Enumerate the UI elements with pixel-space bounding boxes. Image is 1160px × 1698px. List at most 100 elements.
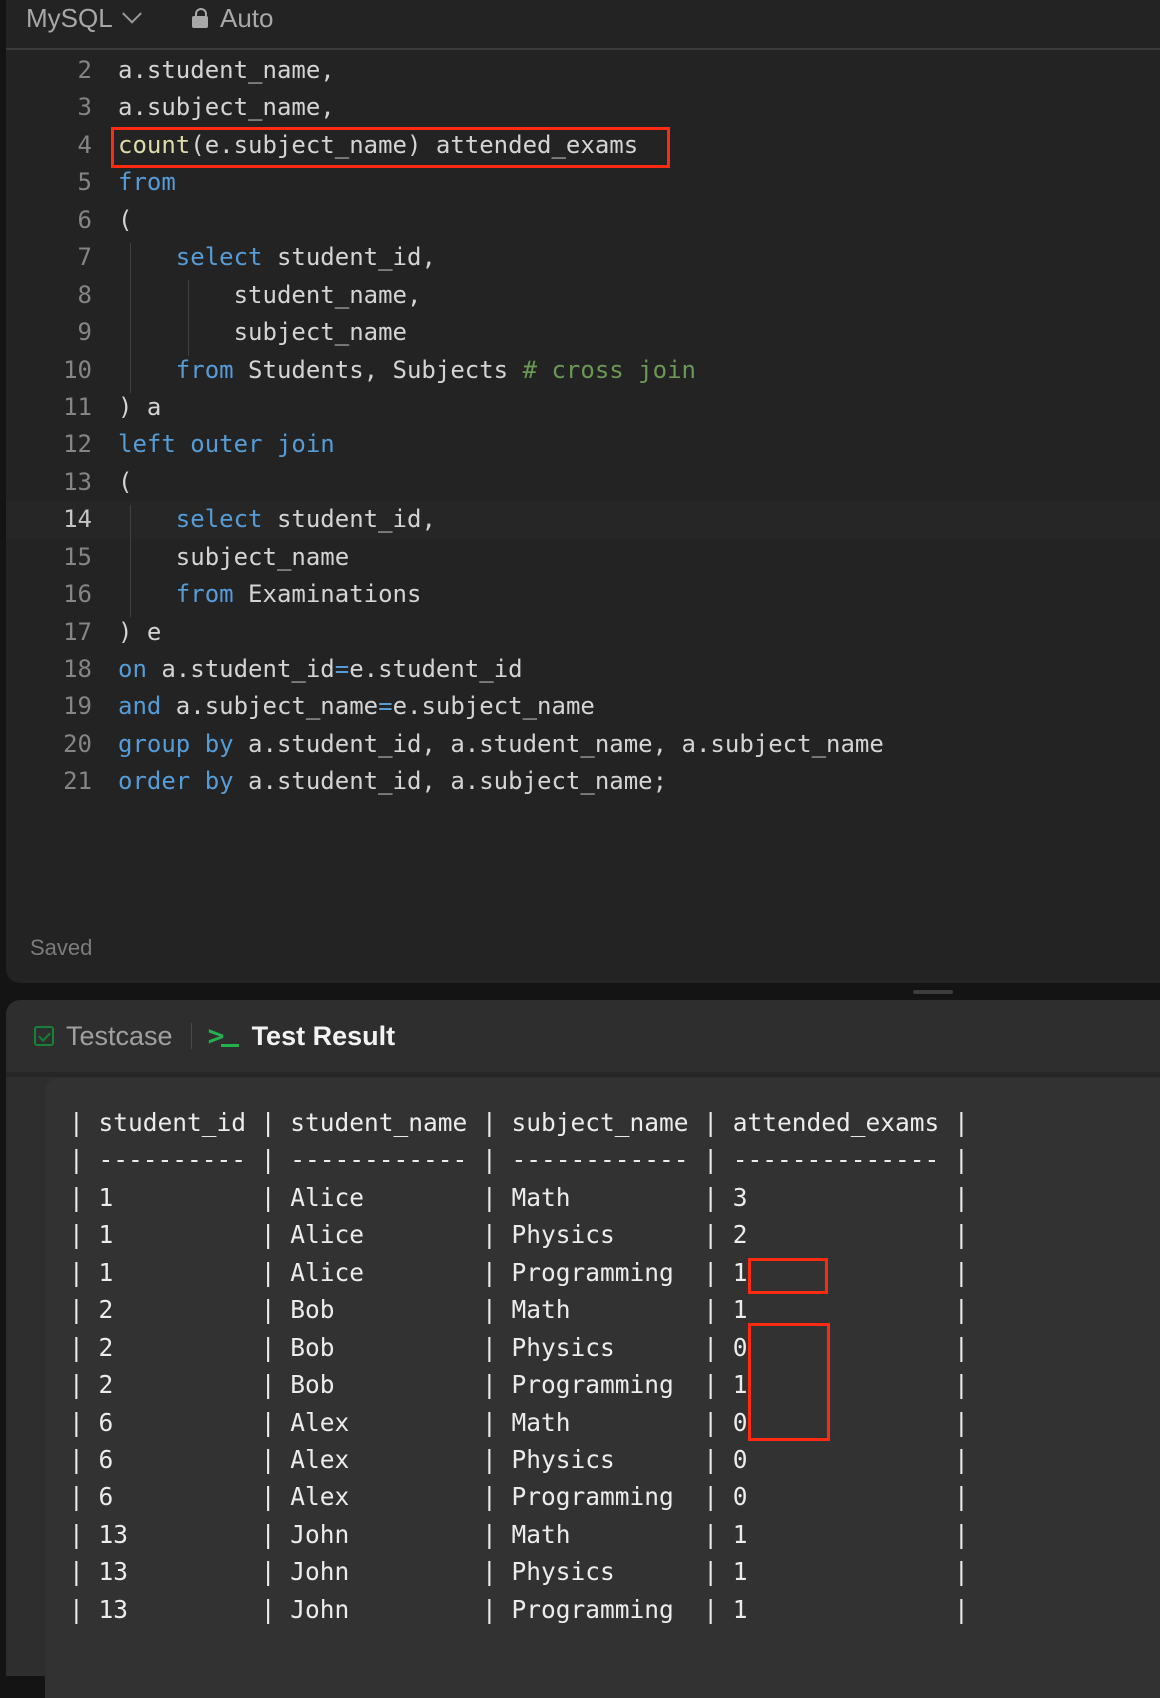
keyword-token: from (175, 355, 234, 384)
result-table: | student_id | student_name | subject_na… (69, 1104, 969, 1628)
text-token: a.student_id (146, 655, 335, 683)
console-tabs: Testcase > Test Result (6, 1000, 1160, 1072)
line-number: 20 (63, 729, 92, 758)
code-text: from Students, Subjects # cross join (118, 352, 696, 389)
code-text: subject_name (118, 314, 407, 351)
code-line[interactable]: 3 a.subject_name, (6, 89, 1160, 126)
line-number: 3 (77, 93, 92, 122)
line-number: 9 (77, 318, 92, 347)
keyword-token: order by (118, 767, 234, 796)
keyword-token: and (118, 692, 162, 721)
code-text: from Examinations (118, 576, 422, 613)
code-text: select student_id, (118, 239, 436, 276)
line-number: 5 (77, 168, 92, 197)
code-text: a.student_name, (118, 52, 335, 89)
line-number: 2 (77, 56, 92, 84)
code-line[interactable]: 20 group by a.student_id, a.student_name,… (6, 726, 1160, 763)
code-text: and a.subject_name=e.subject_name (118, 688, 595, 725)
result-row: | 1 | Alice | Programming | 1 | (69, 1257, 969, 1287)
code-line[interactable]: 19 and a.subject_name=e.subject_name (6, 688, 1160, 725)
text-token: Examinations (233, 580, 422, 609)
code-line[interactable]: 18 on a.student_id=e.student_id (6, 651, 1160, 688)
console-panel: Testcase > Test Result | student_id | st… (6, 1000, 1160, 1698)
code-line[interactable]: 8 student_name, (6, 277, 1160, 314)
result-header-row: | student_id | student_name | subject_na… (69, 1108, 969, 1137)
function-token: count (118, 130, 191, 159)
result-row: | 13 | John | Programming | 1 | (69, 1594, 969, 1624)
checkbox-icon (34, 1026, 54, 1046)
code-text: select student_id, (118, 501, 436, 538)
text-token: ( (118, 467, 133, 496)
operator-token: = (378, 692, 393, 721)
mode-label: Auto (220, 2, 274, 33)
code-text: student_name, (118, 277, 422, 314)
tab-divider-bar (6, 1072, 1160, 1077)
result-row: | 2 | Bob | Physics | 0 | (69, 1332, 969, 1362)
tab-test-result[interactable]: > Test Result (208, 1021, 396, 1052)
code-area[interactable]: 2 a.student_name, 3 a.subject_name, 4 count(e… (6, 52, 1160, 801)
code-text: left outer join (118, 426, 335, 463)
terminal-icon: > (208, 1022, 240, 1050)
code-line[interactable]: 12 left outer join (6, 426, 1160, 463)
text-token: student_id, (262, 243, 436, 272)
text-token: e.student_id (349, 655, 523, 683)
save-status: Saved (30, 935, 93, 960)
code-line[interactable]: 4 count(e.subject_name) attended_exams (6, 127, 1160, 164)
auto-mode-toggle[interactable]: Auto (192, 0, 274, 36)
line-number: 19 (63, 692, 92, 721)
code-line[interactable]: 16 from Examinations (6, 576, 1160, 613)
line-number: 8 (77, 280, 92, 309)
keyword-token: group by (118, 729, 234, 758)
line-number: 7 (77, 243, 92, 272)
code-line[interactable]: 9 subject_name (6, 314, 1160, 351)
code-line[interactable]: 15 subject_name (6, 539, 1160, 576)
indent-guide (188, 280, 189, 356)
line-number: 13 (63, 467, 92, 496)
line-number: 18 (63, 655, 92, 683)
text-token: (e.subject_name) attended_exams (190, 130, 639, 159)
result-row: | 1 | Alice | Physics | 2 | (69, 1220, 969, 1250)
tab-testcase[interactable]: Testcase (34, 1021, 173, 1052)
result-output: | student_id | student_name | subject_na… (45, 1078, 1160, 1698)
indent-guide (130, 505, 131, 617)
result-row: | 2 | Bob | Programming | 1 | (69, 1370, 969, 1400)
language-select[interactable]: MySQL (26, 0, 142, 36)
code-line[interactable]: 5 from (6, 164, 1160, 201)
code-line[interactable]: 6( (6, 202, 1160, 239)
code-line[interactable]: 7 select student_id, (6, 239, 1160, 276)
panel-resize-handle[interactable] (913, 990, 953, 994)
code-editor-panel: MySQL Auto 2 a.student_name, 3 a.subject_na… (6, 0, 1160, 983)
tab-test-result-label: Test Result (251, 1020, 396, 1051)
code-line[interactable]: 14 select student_id, (6, 501, 1160, 539)
text-token: ) e (118, 617, 162, 646)
text-token: subject_name (118, 318, 407, 347)
code-line[interactable]: 21 order by a.student_id, a.subject_name; (6, 763, 1160, 800)
chevron-down-icon (121, 3, 142, 24)
text-token: subject_name (118, 542, 350, 571)
line-number: 10 (63, 355, 92, 384)
code-line[interactable]: 17 ) e (6, 614, 1160, 651)
code-line[interactable]: 10 from Students, Subjects # cross join (6, 352, 1160, 389)
line-number: 15 (63, 542, 92, 571)
result-row: | 6 | Alex | Math | 0 | (69, 1407, 969, 1437)
text-token: Students, Subjects (233, 355, 523, 384)
editor-toolbar: MySQL Auto (6, 0, 1160, 50)
operator-token: = (334, 655, 350, 683)
keyword-token: select (175, 505, 263, 534)
code-text: a.subject_name, (118, 89, 335, 126)
code-line[interactable]: 2 a.student_name, (6, 52, 1160, 89)
keyword-token: left outer join (118, 430, 335, 459)
code-text: count(e.subject_name) attended_exams (118, 127, 638, 164)
result-row: | 1 | Alice | Math | 3 | (69, 1182, 969, 1212)
text-token: a.student_id, a.student_name, a.subject_… (233, 729, 884, 758)
code-line[interactable]: 11) a (6, 389, 1160, 426)
line-number: 17 (63, 617, 92, 646)
code-line[interactable]: 13 ( (6, 464, 1160, 501)
result-row: | 13 | John | Physics | 1 | (69, 1557, 969, 1587)
result-row: | 6 | Alex | Physics | 0 | (69, 1444, 969, 1474)
line-number: 12 (63, 430, 92, 459)
text-token: a.subject_name, (118, 93, 335, 122)
text-token: student_id, (262, 505, 436, 534)
line-number: 16 (63, 580, 92, 609)
